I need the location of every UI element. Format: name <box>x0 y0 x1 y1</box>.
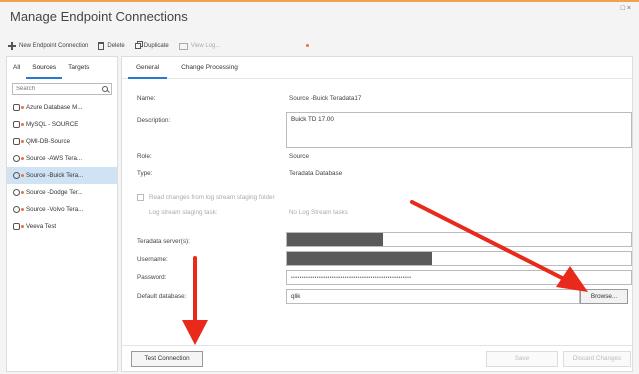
username-field[interactable] <box>286 251 632 266</box>
list-item[interactable]: Azure Database M... <box>7 99 117 116</box>
list-item-label: Source -Volvo Tera... <box>26 206 84 213</box>
test-connection-button[interactable]: Test Connection <box>131 351 203 367</box>
browse-button[interactable]: Browse... <box>580 289 628 304</box>
role-value: Source <box>289 153 309 160</box>
search-icon[interactable] <box>102 86 108 92</box>
list-item[interactable]: Veeva Test <box>7 218 117 235</box>
teradata-icon <box>13 154 24 163</box>
log-stream-value[interactable]: No Log Stream tasks <box>289 209 348 216</box>
view-log-button[interactable]: View Log... <box>178 42 221 50</box>
endpoint-detail-pane: General Change Processing Name: Source -… <box>121 56 633 372</box>
tab-sources[interactable]: Sources <box>26 57 63 79</box>
new-endpoint-label: New Endpoint Connection <box>19 43 89 49</box>
status-dot <box>306 44 309 47</box>
list-item[interactable]: QMI-DB-Source <box>7 133 117 150</box>
log-icon <box>178 42 188 50</box>
database-icon <box>13 103 24 112</box>
name-label: Name: <box>137 95 156 102</box>
redacted-value <box>287 252 432 265</box>
redacted-value <box>287 233 383 246</box>
tab-general[interactable]: General <box>128 57 168 79</box>
delete-button[interactable]: Delete <box>98 42 125 50</box>
password-field[interactable]: ••••••••••••••••••••••••••••••••••••••••… <box>286 270 632 285</box>
teradata-icon <box>13 171 24 180</box>
default-database-field[interactable]: qlik <box>286 289 580 304</box>
list-item[interactable]: Source -Dodge Ter... <box>7 184 117 201</box>
tab-change-processing[interactable]: Change Processing <box>173 57 246 79</box>
new-endpoint-button[interactable]: New Endpoint Connection <box>8 42 88 50</box>
type-value: Teradata Database <box>289 170 343 177</box>
discard-changes-button[interactable]: Discard Changes <box>563 351 631 367</box>
list-item[interactable]: Source -AWS Tera... <box>7 150 117 167</box>
server-label: Teradata server(s): <box>137 238 190 245</box>
list-item-label: Source -Dodge Ter... <box>26 189 83 196</box>
read-changes-checkbox[interactable] <box>137 194 144 201</box>
list-item[interactable]: MySQL - SOURCE <box>7 116 117 133</box>
delete-label: Delete <box>107 43 125 49</box>
window-controls[interactable]: □ × <box>621 5 631 12</box>
default-database-label: Default database: <box>137 293 187 300</box>
database-icon <box>13 222 24 231</box>
tab-all[interactable]: All <box>7 57 26 79</box>
tab-targets[interactable]: Targets <box>62 57 95 79</box>
list-item-selected[interactable]: Source -Buick Tera... <box>7 167 117 184</box>
name-value[interactable]: Source -Buick Teradata17 <box>289 95 361 102</box>
database-icon <box>13 120 24 129</box>
teradata-icon <box>13 188 24 197</box>
duplicate-icon <box>134 43 141 49</box>
description-field[interactable]: Buick TD 17.00 <box>286 112 632 148</box>
list-item-label: Source -AWS Tera... <box>26 155 83 162</box>
role-label: Role: <box>137 153 152 160</box>
window-title: Manage Endpoint Connections <box>10 9 188 24</box>
detail-tabs: General Change Processing <box>122 57 632 79</box>
password-label: Password: <box>137 274 167 281</box>
list-item-label: MySQL - SOURCE <box>26 121 79 128</box>
server-field[interactable] <box>286 232 632 247</box>
description-label: Description: <box>137 117 171 124</box>
endpoint-filter-tabs: All Sources Targets <box>7 57 117 79</box>
endpoint-list: Azure Database M... MySQL - SOURCE QMI-D… <box>7 99 117 235</box>
toolbar: New Endpoint Connection Delete Duplicate… <box>8 39 220 53</box>
search-box <box>12 83 112 95</box>
list-item[interactable]: Source -Volvo Tera... <box>7 201 117 218</box>
duplicate-label: Duplicate <box>143 43 169 49</box>
list-item-label: QMI-DB-Source <box>26 138 71 145</box>
teradata-icon <box>13 205 24 214</box>
log-stream-label: Log stream staging task: <box>149 209 218 216</box>
window-top-accent <box>0 0 639 2</box>
footer-divider <box>121 345 633 346</box>
duplicate-button[interactable]: Duplicate <box>134 43 169 49</box>
trash-icon <box>98 42 105 50</box>
search-input[interactable] <box>13 84 103 94</box>
plus-icon <box>8 42 16 50</box>
list-item-label: Source -Buick Tera... <box>26 172 84 179</box>
view-log-label: View Log... <box>190 43 221 49</box>
list-item-label: Veeva Test <box>26 223 57 230</box>
type-label: Type: <box>137 170 153 177</box>
database-icon <box>13 137 24 146</box>
save-button[interactable]: Save <box>486 351 558 367</box>
read-changes-label: Read changes from log stream staging fol… <box>149 194 275 201</box>
endpoint-list-pane: All Sources Targets Azure Database M... … <box>6 56 118 372</box>
list-item-label: Azure Database M... <box>26 104 83 111</box>
username-label: Username: <box>137 256 168 263</box>
